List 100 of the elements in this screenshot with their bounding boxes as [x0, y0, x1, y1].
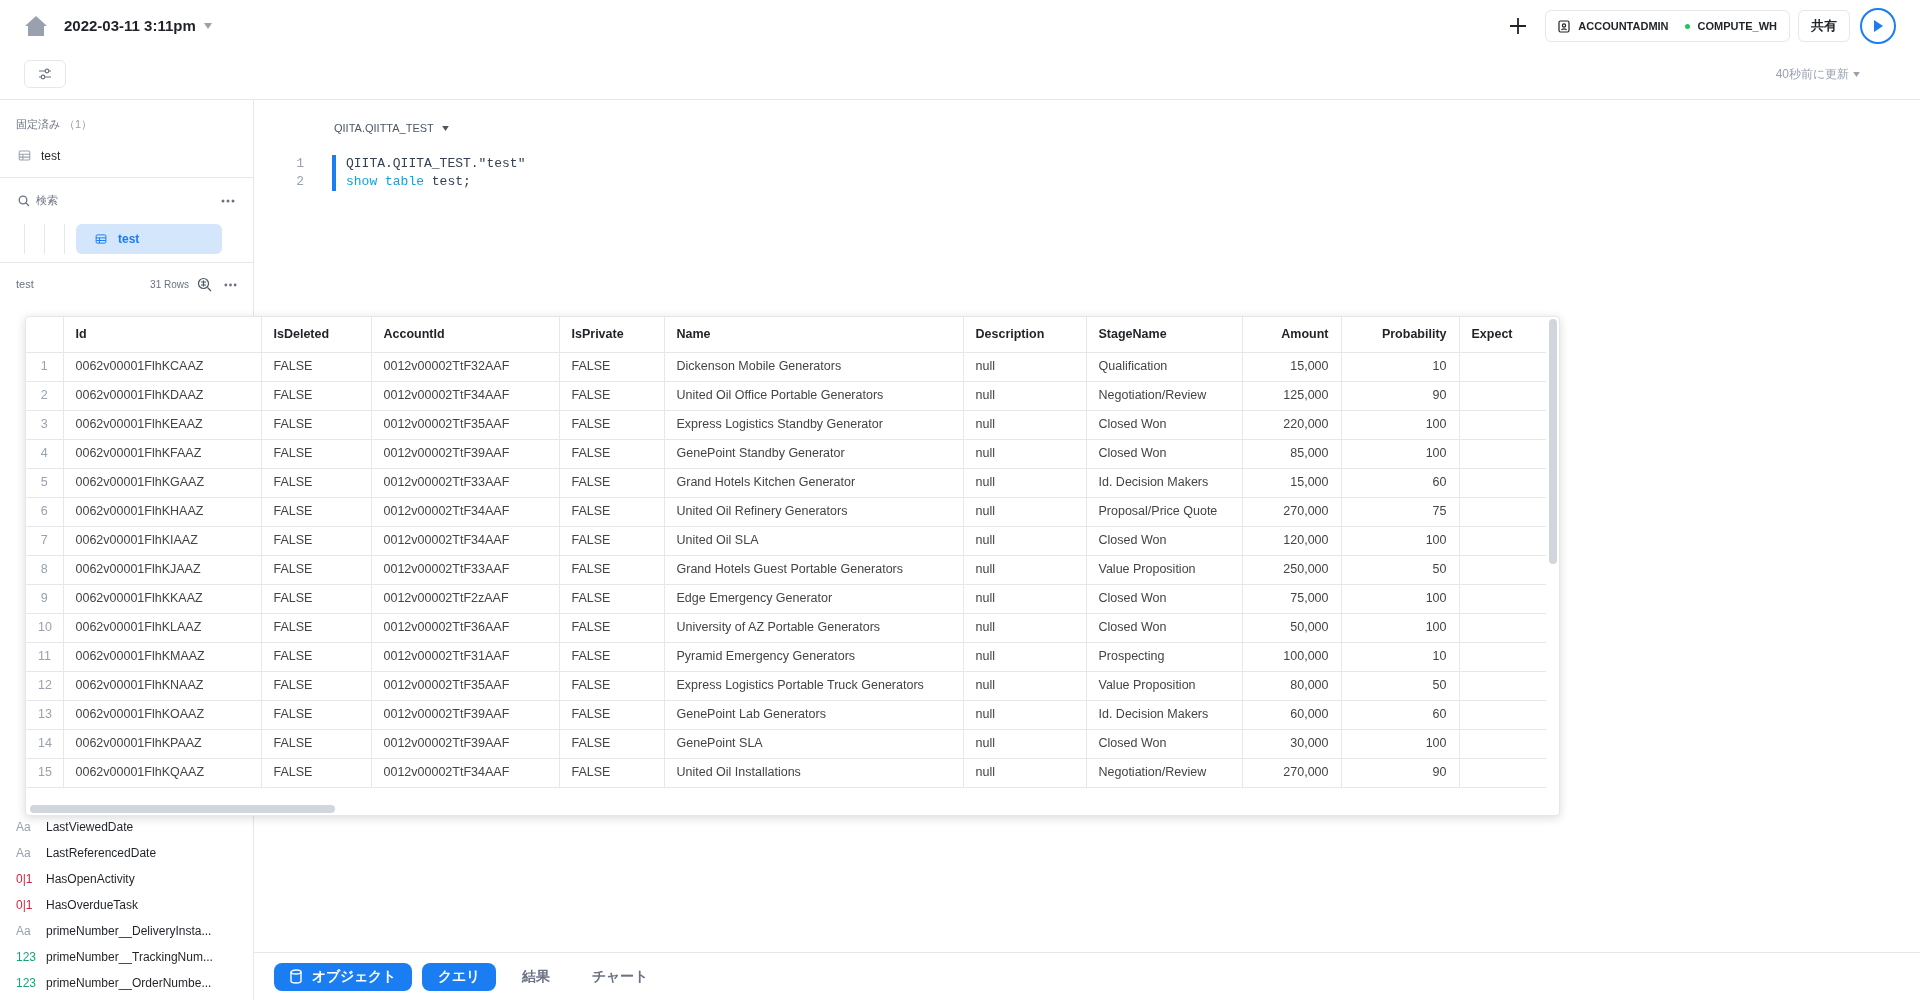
table-search-icon[interactable] — [197, 277, 212, 292]
table-icon — [18, 149, 31, 162]
row-number: 10 — [26, 613, 63, 642]
table-cell: 0062v00001FlhKJAAZ — [63, 555, 261, 584]
table-cell: 60 — [1341, 700, 1459, 729]
table-cell: Grand Hotels Guest Portable Generators — [664, 555, 963, 584]
run-button[interactable] — [1860, 8, 1896, 44]
column-header[interactable]: AccountId — [371, 317, 559, 352]
table-cell: 220,000 — [1242, 410, 1341, 439]
schema-dropdown[interactable]: QIITA.QIITTA_TEST — [334, 120, 449, 137]
table-cell: null — [963, 352, 1086, 381]
view-tab[interactable]: オブジェクト — [274, 962, 412, 991]
more-icon[interactable] — [221, 198, 235, 203]
vertical-scrollbar[interactable] — [1549, 319, 1557, 564]
table-cell: 0012v00002TtF33AAF — [371, 468, 559, 497]
filter-button[interactable] — [24, 60, 66, 88]
search-field[interactable]: 検索 — [36, 192, 58, 209]
view-tab[interactable]: チャート — [576, 962, 664, 991]
code-line: QIITA.QIITA_TEST."test" — [346, 154, 526, 173]
row-number: 15 — [26, 758, 63, 787]
column-item[interactable]: 0|1 HasOpenActivity — [0, 866, 253, 892]
table-cell: null — [963, 758, 1086, 787]
horizontal-scrollbar[interactable] — [30, 805, 335, 813]
table-cell: 10 — [1341, 352, 1459, 381]
table-icon — [94, 232, 108, 245]
table-cell: FALSE — [559, 758, 664, 787]
pinned-item[interactable]: test — [18, 146, 235, 165]
row-number: 2 — [26, 381, 63, 410]
table-cell: 250,000 — [1242, 555, 1341, 584]
table-cell: 50 — [1341, 555, 1459, 584]
column-header[interactable]: Name — [664, 317, 963, 352]
table-cell: 0012v00002TtF31AAF — [371, 642, 559, 671]
table-cell: 0062v00001FlhKCAAZ — [63, 352, 261, 381]
table-cell: FALSE — [559, 468, 664, 497]
column-item[interactable]: 123 primeNumber__OrderNumbe... — [0, 970, 253, 996]
play-icon — [1873, 20, 1883, 32]
column-header[interactable]: Id — [63, 317, 261, 352]
table-cell: 100 — [1341, 613, 1459, 642]
table-cell: Closed Won — [1086, 526, 1242, 555]
table-cell: FALSE — [559, 584, 664, 613]
table-cell: FALSE — [261, 729, 371, 758]
row-number: 7 — [26, 526, 63, 555]
table-cell: 100 — [1341, 584, 1459, 613]
type-label: 123 — [16, 975, 38, 992]
table-cell: Dickenson Mobile Generators — [664, 352, 963, 381]
table-cell: GenePoint Standby Generator — [664, 439, 963, 468]
home-icon[interactable] — [24, 15, 48, 37]
column-header[interactable]: IsDeleted — [261, 317, 371, 352]
column-header[interactable]: Probability — [1341, 317, 1459, 352]
table-cell: 60,000 — [1242, 700, 1341, 729]
warehouse-label: COMPUTE_WH — [1697, 18, 1777, 34]
search-icon — [18, 194, 30, 207]
worksheet-title-dropdown[interactable]: 2022-03-11 3:11pm — [64, 14, 212, 38]
column-header[interactable]: Description — [963, 317, 1086, 352]
table-cell: United Oil Office Portable Generators — [664, 381, 963, 410]
table-cell: 90 — [1341, 381, 1459, 410]
table-cell: FALSE — [559, 729, 664, 758]
column-header[interactable]: IsPrivate — [559, 317, 664, 352]
more-icon[interactable] — [224, 282, 237, 287]
table-cell: FALSE — [559, 439, 664, 468]
row-count: 31 Rows — [150, 278, 189, 292]
table-cell: 90 — [1341, 758, 1459, 787]
table-cell: 0012v00002TtF34AAF — [371, 758, 559, 787]
table-cell: Negotiation/Review — [1086, 381, 1242, 410]
column-item[interactable]: 123 primeNumber__TrackingNum... — [0, 944, 253, 970]
role-label: ACCOUNTADMIN — [1578, 18, 1669, 34]
column-item[interactable]: Aa LastReferencedDate — [0, 840, 253, 866]
table-cell: 0012v00002TtF36AAF — [371, 613, 559, 642]
view-tab[interactable]: 結果 — [506, 962, 566, 991]
table-cell: null — [963, 468, 1086, 497]
table-cell: 0062v00001FlhKEAAZ — [63, 410, 261, 439]
table-cell: 0062v00001FlhKNAAZ — [63, 671, 261, 700]
line-number: 2 — [295, 172, 304, 191]
column-item[interactable]: Aa primeNumber__DeliveryInsta... — [0, 918, 253, 944]
table-cell: FALSE — [559, 700, 664, 729]
pinned-count: （1） — [64, 117, 93, 132]
table-cell: 80,000 — [1242, 671, 1341, 700]
column-header[interactable]: StageName — [1086, 317, 1242, 352]
table-cell: University of AZ Portable Generators — [664, 613, 963, 642]
table-cell: 60 — [1341, 468, 1459, 497]
table-cell: 0012v00002TtF33AAF — [371, 555, 559, 584]
caret-icon — [203, 23, 212, 29]
column-item[interactable]: 0|1 HasOverdueTask — [0, 892, 253, 918]
view-tab[interactable]: クエリ — [422, 962, 496, 991]
table-cell: 0062v00001FlhKDAAZ — [63, 381, 261, 410]
table-cell: Express Logistics Portable Truck Generators — [664, 671, 963, 700]
role-warehouse-button[interactable]: ACCOUNTADMIN COMPUTE_WH — [1545, 10, 1790, 42]
type-label: Aa — [16, 819, 32, 836]
table-cell: FALSE — [261, 642, 371, 671]
column-item[interactable]: Aa LastViewedDate — [0, 814, 253, 840]
table-cell: 0062v00001FlhKPAAZ — [63, 729, 261, 758]
table-cell: 0012v00002TtF34AAF — [371, 526, 559, 555]
share-button[interactable]: 共有 — [1798, 10, 1850, 42]
table-cell: Closed Won — [1086, 439, 1242, 468]
table-cell: Negotiation/Review — [1086, 758, 1242, 787]
column-header[interactable]: Amount — [1242, 317, 1341, 352]
table-cell: FALSE — [261, 526, 371, 555]
table-cell: FALSE — [261, 584, 371, 613]
plus-icon[interactable] — [1509, 17, 1528, 35]
table-cell: United Oil Refinery Generators — [664, 497, 963, 526]
